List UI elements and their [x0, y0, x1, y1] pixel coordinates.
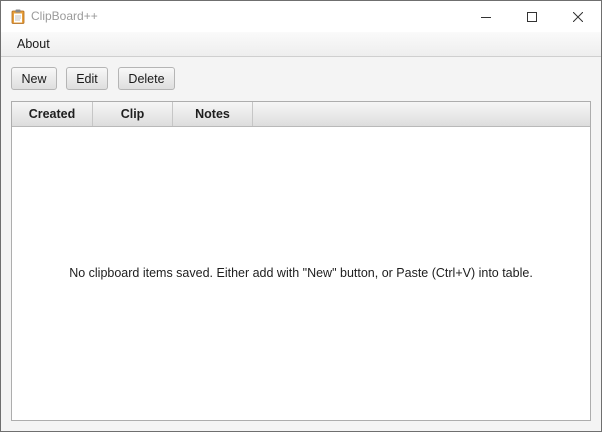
- column-header-clip[interactable]: Clip: [93, 102, 173, 126]
- edit-button[interactable]: Edit: [66, 67, 108, 90]
- window-title: ClipBoard++: [31, 9, 98, 23]
- clipboard-icon: [11, 9, 25, 24]
- close-button[interactable]: [555, 1, 601, 32]
- menu-bar: About: [1, 32, 601, 57]
- maximize-icon: [527, 11, 537, 22]
- column-header-notes[interactable]: Notes: [173, 102, 253, 126]
- column-header-created[interactable]: Created: [12, 102, 93, 126]
- clipboard-table[interactable]: Created Clip Notes No clipboard items sa…: [11, 101, 591, 421]
- close-icon: [573, 11, 583, 22]
- menu-item-about[interactable]: About: [10, 32, 57, 56]
- minimize-icon: [481, 16, 491, 18]
- app-window: ClipBoard++ About New Edit Delete Create…: [0, 0, 602, 432]
- maximize-button[interactable]: [509, 1, 555, 32]
- minimize-button[interactable]: [463, 1, 509, 32]
- empty-table-placeholder: No clipboard items saved. Either add wit…: [69, 266, 533, 280]
- title-bar[interactable]: ClipBoard++: [1, 1, 601, 32]
- new-button[interactable]: New: [11, 67, 57, 90]
- table-header: Created Clip Notes: [12, 102, 590, 127]
- delete-button[interactable]: Delete: [118, 67, 175, 90]
